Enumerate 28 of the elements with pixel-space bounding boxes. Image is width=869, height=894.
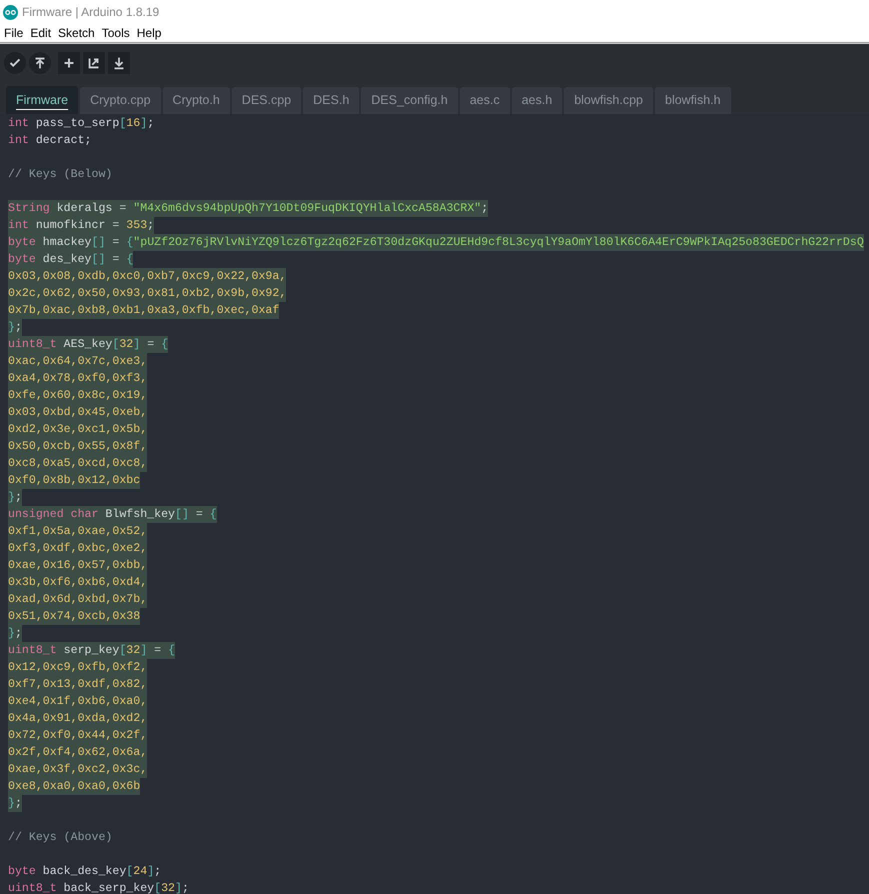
file-tab[interactable]: aes.h	[512, 87, 562, 114]
menu-item[interactable]: Tools	[102, 24, 130, 42]
code-line: int decract;	[8, 133, 92, 149]
save-button[interactable]	[108, 52, 130, 74]
menu-item[interactable]: File	[4, 24, 24, 42]
code-line: uint8_t back_serp_key[32];	[8, 881, 189, 894]
file-tab[interactable]: DES_config.h	[361, 87, 458, 114]
file-tab[interactable]: Crypto.h	[162, 87, 230, 114]
verify-button[interactable]	[4, 52, 26, 74]
file-tab[interactable]: Crypto.cpp	[80, 87, 161, 114]
menu-item[interactable]: Edit	[30, 24, 52, 42]
code-comment: // Keys (Above)	[8, 830, 112, 846]
file-tab[interactable]: DES.h	[303, 87, 360, 114]
upload-button[interactable]	[29, 52, 51, 74]
file-tab[interactable]: DES.cpp	[232, 87, 302, 114]
app-logo-icon	[3, 4, 18, 20]
code-line: byte back_des_key[24];	[8, 864, 162, 880]
file-tab[interactable]: Firmware	[6, 86, 78, 114]
file-tab[interactable]: blowfish.h	[655, 87, 731, 114]
open-button[interactable]	[83, 52, 105, 74]
code-line: int pass_to_serp[16];	[8, 116, 154, 132]
menu-item[interactable]: Sketch	[58, 24, 95, 42]
menu-item[interactable]: Help	[136, 24, 162, 42]
file-tab[interactable]: aes.c	[460, 87, 510, 114]
file-tab[interactable]: blowfish.cpp	[564, 87, 653, 114]
code-comment: // Keys (Below)	[8, 167, 112, 183]
window-title: Firmware | Arduino 1.8.19	[22, 4, 160, 21]
new-button[interactable]	[58, 52, 80, 74]
